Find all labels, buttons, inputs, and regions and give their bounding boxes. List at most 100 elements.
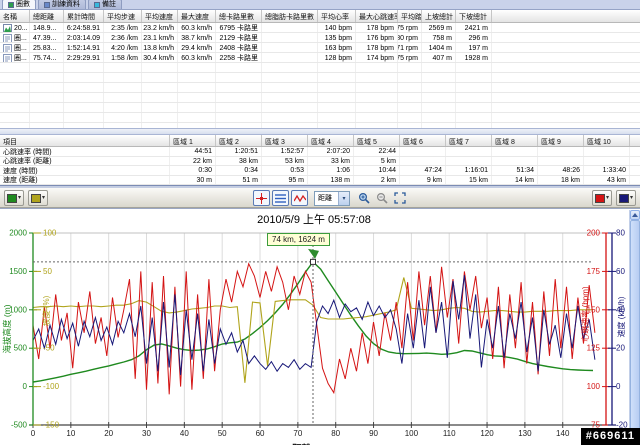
column-header[interactable]: 上坡總計 <box>422 10 456 22</box>
x-axis-mode-value: 距離 <box>318 195 332 202</box>
column-header[interactable]: 平均速度 <box>142 10 178 22</box>
zones-table: 項目 區域 1 區域 2 區域 3 區域 4 區域 5 區域 6 區域 7 區域 8 區域 9 區域… <box>0 135 640 185</box>
svg-text:60: 60 <box>256 429 265 438</box>
column-header[interactable]: 平均踏頻 <box>398 10 422 22</box>
column-header[interactable]: 區域 5 <box>354 135 400 146</box>
table-cell: 18 km <box>538 175 584 184</box>
column-header[interactable]: 下坡總計 <box>456 10 492 22</box>
table-cell: 1404 m <box>422 43 456 52</box>
line-chart-button[interactable] <box>291 190 308 206</box>
tab[interactable]: 圈數 <box>2 0 36 9</box>
zoom-out-button[interactable] <box>374 190 390 206</box>
svg-text:70: 70 <box>293 429 302 438</box>
column-header[interactable]: 總脂肪卡路里數 <box>262 10 318 22</box>
column-header[interactable]: 區域 8 <box>492 135 538 146</box>
column-header[interactable]: 區域 1 <box>170 135 216 146</box>
table-header: 名稱 總距離 累計時間 平均步速 平均速度 最大速度 總卡路里數 總脂肪卡路里數 平均心率 最大心… <box>0 10 640 23</box>
heart-rate-series-color-button[interactable]: ▾ <box>591 190 612 206</box>
column-header[interactable]: 總卡路里數 <box>216 10 262 22</box>
tab[interactable]: 備註 <box>88 0 122 9</box>
table-cell: 71 rpm <box>398 43 422 52</box>
chart-scrollbar[interactable] <box>629 210 640 445</box>
table-cell: 51 m <box>216 175 262 184</box>
chart-title: 2010/5/9 上午 05:57:08 <box>257 214 371 226</box>
table-row[interactable]: 心跳速率 (距離) 22 km 38 km 53 km 33 km 5 km <box>0 156 640 166</box>
marker-mode-button[interactable] <box>253 190 270 206</box>
table-cell: 178 bpm <box>356 43 398 52</box>
column-header[interactable]: 平均步速 <box>104 10 142 22</box>
scrollbar-up-button[interactable] <box>630 210 640 220</box>
table-cell: 38.7 km/h <box>178 33 216 42</box>
grade-series-color-button[interactable]: ▾ <box>28 190 49 206</box>
table-row[interactable]: 速度 (時間) 0:30 0:34 0:53 1:06 10:44 47:24 1:16:01… <box>0 166 640 176</box>
table-cell: 5 km <box>354 156 400 165</box>
svg-text:120: 120 <box>480 429 494 438</box>
svg-text:60: 60 <box>616 267 625 276</box>
chevron-down-icon: ▾ <box>18 195 22 201</box>
left-series-buttons: ▾ ▾ <box>4 190 49 206</box>
column-header[interactable]: 區域 10 <box>584 135 630 146</box>
table-cell: 95 m <box>262 175 308 184</box>
column-header[interactable]: 總距離 <box>30 10 64 22</box>
table-cell <box>262 33 318 42</box>
chart-toolbar: ▾ ▾ 距離 ▾ ▾ ▾ <box>0 188 640 208</box>
column-header[interactable]: 平均心率 <box>318 10 356 22</box>
table-row[interactable]: 速度 (距離) 30 m 51 m 95 m 138 m2 km 9 km 15 km 14 … <box>0 175 640 185</box>
table-cell: 1:20:51 <box>216 147 262 156</box>
table-row[interactable]: 20... 148.9... 6:24:58.91 2:35 /km 23.2 km/h… <box>0 23 640 33</box>
column-header[interactable]: 最大心跳速率 <box>356 10 398 22</box>
scrollbar-thumb[interactable] <box>630 220 640 434</box>
grid-lines-button[interactable] <box>272 190 289 206</box>
chart-panel: 0102030405060708090100110120130140距離 (km… <box>0 208 640 445</box>
header-filler <box>630 135 640 146</box>
table-row[interactable]: 圈... 47.39... 2:03:14.09 2:36 /km 23.1 km/h 3… <box>0 33 640 43</box>
elevation-series-color-button[interactable]: ▾ <box>4 190 25 206</box>
table-row[interactable]: 圈... 75.74... 2:29:29.91 1:58 /km 30.4 km/h 6… <box>0 53 640 63</box>
speed-series-color-button[interactable]: ▾ <box>615 190 636 206</box>
table-cell: 407 m <box>422 53 456 62</box>
svg-text:-150: -150 <box>43 421 60 430</box>
table-cell: 60.3 km/h <box>178 53 216 62</box>
table-cell: 心跳速率 (距離) <box>0 156 170 165</box>
table-cell: 75.74... <box>30 53 64 62</box>
arrow-up-icon <box>632 213 638 217</box>
table-row[interactable]: 圈... 25.83... 1:52:14.91 4:20 /km 13.8 km/h 2… <box>0 43 640 53</box>
column-header[interactable]: 項目 <box>0 135 170 146</box>
empty-row <box>0 83 640 93</box>
table-cell: 1:52:57 <box>262 147 308 156</box>
table-cell: 178 bpm <box>356 23 398 32</box>
table-cell: 0:53 <box>262 166 308 175</box>
table-cell: 9 km <box>400 175 446 184</box>
column-header[interactable]: 區域 3 <box>262 135 308 146</box>
column-header[interactable]: 區域 7 <box>446 135 492 146</box>
horizontal-splitter[interactable] <box>0 128 640 135</box>
svg-text:130: 130 <box>518 429 532 438</box>
column-header[interactable]: 最大速度 <box>178 10 216 22</box>
column-header[interactable]: 區域 4 <box>308 135 354 146</box>
svg-text:速度 (km/h): 速度 (km/h) <box>616 296 626 337</box>
column-header[interactable]: 累計時間 <box>64 10 104 22</box>
chevron-down-icon: ▾ <box>42 195 46 201</box>
table-row[interactable]: 心跳速率 (時間) 44:51 1:20:51 1:52:57 2:07:20 22:44 <box>0 147 640 157</box>
zoom-fit-button[interactable] <box>392 190 408 206</box>
table-cell: 心跳速率 (時間) <box>0 147 170 156</box>
table-cell: 圈... <box>0 33 30 42</box>
table-cell: 6795 卡路里 <box>216 23 262 32</box>
column-header[interactable]: 區域 6 <box>400 135 446 146</box>
svg-text:80: 80 <box>616 229 625 238</box>
table-cell: 23.1 km/h <box>142 33 178 42</box>
lap-icon <box>3 53 12 62</box>
chevron-down-icon: ▾ <box>338 191 349 205</box>
watermark: #669611 <box>580 428 640 445</box>
column-header[interactable]: 區域 9 <box>538 135 584 146</box>
chevron-down-icon: ▾ <box>605 195 609 201</box>
table-cell: 148.9... <box>30 23 64 32</box>
tab[interactable]: 訓練資料 <box>38 0 86 9</box>
x-axis-mode-select[interactable]: 距離 ▾ <box>314 190 350 206</box>
column-header[interactable]: 名稱 <box>0 10 30 22</box>
marker-point <box>310 258 316 265</box>
table-cell: 2421 m <box>456 23 492 32</box>
zoom-in-button[interactable] <box>356 190 372 206</box>
column-header[interactable]: 區域 2 <box>216 135 262 146</box>
table-cell: 速度 (距離) <box>0 175 170 184</box>
